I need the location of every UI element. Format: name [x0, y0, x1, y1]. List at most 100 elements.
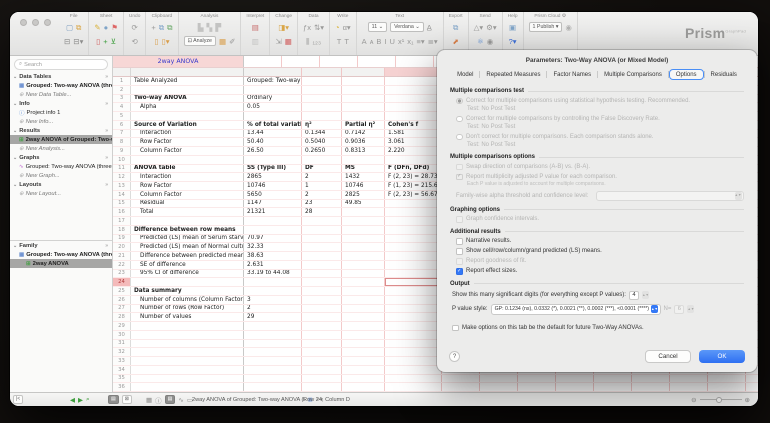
cell[interactable]: Cohen's f	[385, 121, 442, 129]
chart-2-icon[interactable]: ▚	[207, 23, 213, 32]
cell[interactable]: 38.63	[244, 252, 302, 260]
cell[interactable]	[385, 217, 442, 225]
cell[interactable]: 10746	[244, 182, 302, 190]
row-title[interactable]: ANOVA table	[131, 165, 244, 173]
cell[interactable]: 33.19 to 44.08	[244, 270, 302, 278]
cell[interactable]: 0.1344	[302, 130, 342, 138]
row-number[interactable]: 26	[113, 296, 131, 304]
cell[interactable]	[385, 95, 442, 103]
row-title[interactable]: Residual	[131, 200, 244, 208]
cell[interactable]: 2825	[342, 191, 385, 199]
cell[interactable]	[385, 86, 442, 94]
row-number[interactable]: 8	[113, 138, 131, 146]
underline-icon[interactable]: U	[390, 37, 395, 46]
cell[interactable]	[342, 208, 385, 216]
row-title[interactable]: Number of columns (Column Factor)	[131, 296, 244, 304]
cell[interactable]	[302, 348, 342, 356]
cell[interactable]	[385, 383, 442, 391]
zoom-window-button[interactable]	[44, 19, 51, 26]
clipboard-icon[interactable]: ▯	[154, 37, 158, 46]
cell[interactable]: SS (Type III)	[244, 165, 302, 173]
cell[interactable]	[244, 226, 302, 234]
section-overflow-icon[interactable]: »	[105, 155, 108, 161]
cell[interactable]	[244, 331, 302, 339]
cell[interactable]	[342, 252, 385, 260]
sidebar-item-2way-anova-of-grouped-two-w[interactable]: ⊞2way ANOVA of Grouped: Two-w	[10, 135, 112, 144]
row-number[interactable]: 13	[113, 182, 131, 190]
cancel-button[interactable]: Cancel	[645, 350, 691, 363]
cell[interactable]: F (1, 23) = 215.6	[385, 182, 442, 190]
number-format-icon[interactable]: ₁₂₃	[313, 37, 322, 46]
gallery-view-toggle[interactable]: ⊠	[122, 395, 132, 404]
cell[interactable]: 2	[244, 305, 302, 313]
send-print-icon[interactable]: △▾	[474, 23, 484, 32]
make-default-checkbox[interactable]: ✓	[452, 325, 459, 332]
cell[interactable]: 70.97	[244, 235, 302, 243]
transpose-icon[interactable]: ⫼	[306, 37, 309, 46]
row-title[interactable]	[131, 340, 244, 348]
row-title[interactable]: Row Factor	[131, 182, 244, 190]
interpret-checklist-icon[interactable]: ▤	[252, 23, 259, 32]
section-overflow-icon[interactable]: »	[105, 128, 108, 134]
analyze-button-icon[interactable]: ⊡ Analyze	[184, 36, 216, 46]
cell[interactable]: η²	[302, 121, 342, 129]
cell[interactable]	[385, 313, 442, 321]
sidebar-section-layouts[interactable]: ⌄Layouts»	[10, 180, 112, 189]
grid-view-icon[interactable]: ▦	[146, 396, 152, 404]
cell[interactable]	[342, 357, 385, 365]
row-title[interactable]: Column Factor	[131, 191, 244, 199]
cell[interactable]	[342, 156, 385, 164]
cell[interactable]	[244, 366, 302, 374]
row-number[interactable]: 10	[113, 156, 131, 164]
row-title[interactable]: Predicted (LS) mean of Normal culture	[131, 243, 244, 251]
cell[interactable]: 1147	[244, 200, 302, 208]
cell[interactable]	[302, 375, 342, 383]
highlight-dot-icon[interactable]: ●	[104, 23, 109, 32]
function-fx-icon[interactable]: ƒx	[303, 23, 311, 32]
find-sheet-button[interactable]: ⌕	[86, 396, 90, 404]
text-t2-icon[interactable]: T	[344, 37, 349, 46]
cell[interactable]	[302, 313, 342, 321]
cell[interactable]	[244, 322, 302, 330]
row-number[interactable]: 25	[113, 287, 131, 295]
cell[interactable]	[302, 235, 342, 243]
cell[interactable]	[244, 156, 302, 164]
cell[interactable]	[244, 217, 302, 225]
tab-multiple-comparisons[interactable]: Multiple Comparisons	[598, 70, 668, 79]
cell[interactable]	[385, 235, 442, 243]
cell[interactable]	[302, 270, 342, 278]
checkbox[interactable]: ✓	[456, 268, 463, 275]
info-view-icon[interactable]: ⓘ	[155, 395, 162, 405]
redo-icon[interactable]: ⟳	[132, 23, 138, 32]
row-number[interactable]: 31	[113, 340, 131, 348]
cell[interactable]	[342, 77, 385, 85]
cell[interactable]	[342, 313, 385, 321]
cell[interactable]	[302, 278, 342, 286]
sidebar-item-grouped-two-way-anova-three-d[interactable]: ∿Grouped: Two-way ANOVA (three d	[10, 162, 112, 171]
prev-sheet-button[interactable]: ◀	[70, 396, 75, 404]
cell[interactable]	[342, 366, 385, 374]
sidebar-item-new-layout[interactable]: ⊕New Layout...	[10, 189, 112, 198]
cell[interactable]	[302, 95, 342, 103]
cell[interactable]	[385, 322, 442, 330]
cell[interactable]	[342, 243, 385, 251]
text-color-icon[interactable]: A̲	[427, 23, 432, 32]
cell[interactable]: 23	[302, 200, 342, 208]
row-number[interactable]: 20	[113, 243, 131, 251]
cell[interactable]	[302, 366, 342, 374]
cell[interactable]	[385, 208, 442, 216]
send-gear-icon[interactable]: ⚙▾	[486, 23, 497, 32]
cell[interactable]	[244, 383, 302, 391]
row-number[interactable]: 24	[113, 278, 131, 286]
row-title-header[interactable]	[131, 68, 244, 76]
section-overflow-icon[interactable]: »	[105, 182, 108, 188]
current-sheet-label[interactable]: 2way ANOVA of Grouped: Two-way ANOVA (t	[192, 397, 305, 403]
duplicate-sheet-icon[interactable]: ⊻	[111, 37, 117, 46]
row-title[interactable]: 95% CI of difference	[131, 270, 244, 278]
chart-3-icon[interactable]: ▛	[215, 23, 221, 32]
paste-icon[interactable]: ⧉	[167, 23, 172, 32]
zoom-in-icon[interactable]: ⊕	[745, 396, 750, 404]
cell[interactable]: 0.5040	[302, 138, 342, 146]
row-title[interactable]: Predicted (LS) mean of Serum starved	[131, 235, 244, 243]
row-number[interactable]: 17	[113, 217, 131, 225]
